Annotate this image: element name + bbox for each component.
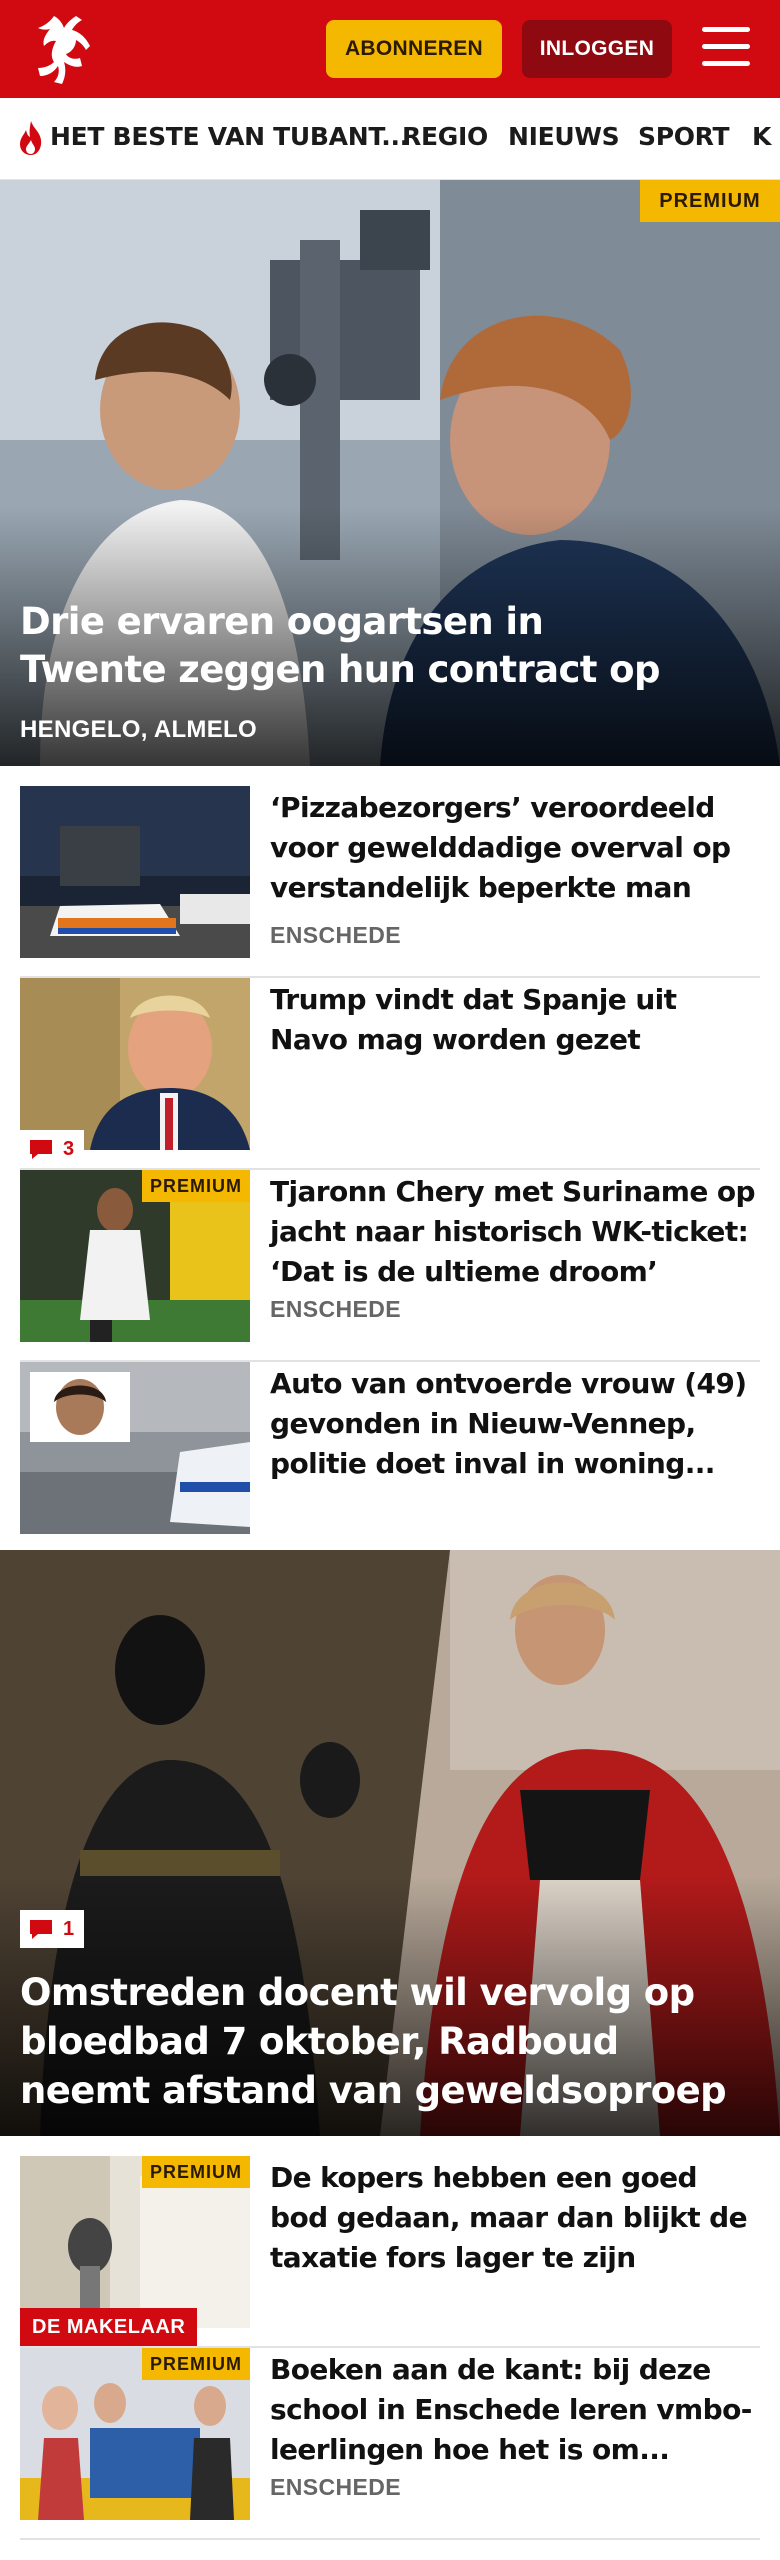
flame-icon: [20, 121, 42, 155]
nav-item-k[interactable]: K: [752, 122, 771, 151]
article-title[interactable]: Trump vindt dat Spanje uit Navo mag word…: [270, 980, 760, 1060]
list-item[interactable]: Auto van ontvoerde vrouw (49) gevonden i…: [20, 1362, 760, 1554]
feature-article[interactable]: 1 Omstreden docent wil vervolg op bloedb…: [0, 1550, 780, 2136]
premium-badge: PREMIUM: [640, 180, 780, 222]
list-item[interactable]: Trump vindt dat Spanje uit Navo mag word…: [20, 978, 760, 1170]
premium-badge: PREMIUM: [142, 2348, 250, 2380]
nav-item-het-beste[interactable]: HET BESTE VAN TUBANT...: [50, 122, 409, 151]
comment-count-badge[interactable]: 1: [20, 1910, 85, 1948]
section-label[interactable]: DE MAKELAAR: [20, 2308, 198, 2346]
article-thumbnail: [20, 786, 250, 958]
site-header: ABONNEREN INLOGGEN: [0, 0, 780, 98]
article-title[interactable]: Tjaronn Chery met Suriname op jacht naar…: [270, 1172, 760, 1292]
subscribe-button[interactable]: ABONNEREN: [326, 20, 502, 78]
article-title[interactable]: ‘Pizzabezorgers’ veroordeeld voor geweld…: [270, 788, 760, 908]
logo-horse-icon[interactable]: [20, 10, 104, 90]
list-item[interactable]: PREMIUM Tjaronn Chery met Suriname op ja…: [20, 1170, 760, 1362]
section-nav: HET BESTE VAN TUBANT... REGIO NIEUWS SPO…: [0, 98, 780, 180]
premium-badge: PREMIUM: [142, 2156, 250, 2188]
comment-icon: [30, 1140, 52, 1159]
article-location: ENSCHEDE: [270, 2474, 402, 2500]
article-title[interactable]: Auto van ontvoerde vrouw (49) gevonden i…: [270, 1364, 760, 1484]
article-thumbnail: [20, 978, 250, 1150]
comment-count-badge[interactable]: 3: [20, 1130, 85, 1168]
menu-icon[interactable]: [702, 27, 750, 71]
hero-title[interactable]: Drie ervaren oogartsen in Twente zeggen …: [20, 598, 680, 694]
comment-icon: [30, 1920, 52, 1939]
nav-item-nieuws[interactable]: NIEUWS: [508, 122, 620, 151]
premium-badge: PREMIUM: [142, 1170, 250, 1202]
list-item[interactable]: ‘Pizzabezorgers’ veroordeeld voor geweld…: [20, 786, 760, 978]
article-thumbnail: [20, 1362, 250, 1534]
article-location: ENSCHEDE: [270, 1296, 402, 1322]
article-title[interactable]: De kopers hebben een goed bod gedaan, ma…: [270, 2158, 760, 2278]
article-location: ENSCHEDE: [270, 922, 402, 948]
nav-item-regio[interactable]: REGIO: [402, 122, 488, 151]
nav-item-sport[interactable]: SPORT: [638, 122, 730, 151]
comment-count: 3: [63, 1137, 75, 1160]
hero-article[interactable]: PREMIUM Drie ervaren oogartsen in Twente…: [0, 180, 780, 766]
hero-location: HENGELO, ALMELO: [20, 716, 257, 743]
list-item[interactable]: PREMIUM Boeken aan de kant: bij deze sch…: [20, 2348, 760, 2540]
list-item[interactable]: PREMIUM DE MAKELAAR De kopers hebben een…: [20, 2156, 760, 2348]
comment-count: 1: [63, 1917, 75, 1940]
feature-title[interactable]: Omstreden docent wil vervolg op bloedbad…: [20, 1968, 760, 2115]
login-button[interactable]: INLOGGEN: [522, 20, 672, 78]
article-title[interactable]: Boeken aan de kant: bij deze school in E…: [270, 2350, 760, 2470]
